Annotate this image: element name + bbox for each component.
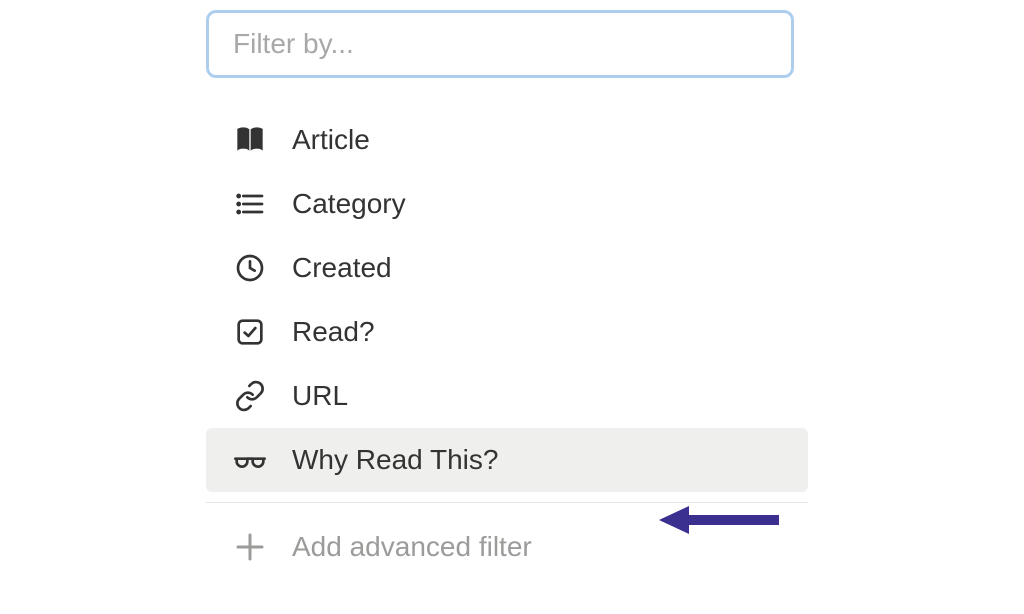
filter-option-label: URL: [292, 380, 348, 412]
filter-option-label: Article: [292, 124, 370, 156]
plus-icon: [232, 529, 268, 565]
filter-option-article[interactable]: Article: [206, 108, 808, 172]
clock-icon: [232, 250, 268, 286]
filter-option-label: Category: [292, 188, 406, 220]
filter-option-label: Why Read This?: [292, 444, 498, 476]
filter-option-url[interactable]: URL: [206, 364, 808, 428]
filter-option-why-read-this[interactable]: Why Read This?: [206, 428, 808, 492]
filter-option-label: Read?: [292, 316, 375, 348]
article-icon: [232, 122, 268, 158]
list-icon: [232, 186, 268, 222]
filter-option-category[interactable]: Category: [206, 172, 808, 236]
glasses-icon: [232, 442, 268, 478]
filter-input[interactable]: [206, 10, 794, 78]
filter-options-list: Article Category: [206, 108, 808, 492]
filter-panel: Article Category: [206, 10, 808, 581]
filter-option-read[interactable]: Read?: [206, 300, 808, 364]
link-icon: [232, 378, 268, 414]
filter-option-label: Created: [292, 252, 392, 284]
annotation-arrow-icon: [654, 500, 784, 545]
add-advanced-filter-label: Add advanced filter: [292, 531, 532, 563]
checkbox-icon: [232, 314, 268, 350]
filter-option-created[interactable]: Created: [206, 236, 808, 300]
